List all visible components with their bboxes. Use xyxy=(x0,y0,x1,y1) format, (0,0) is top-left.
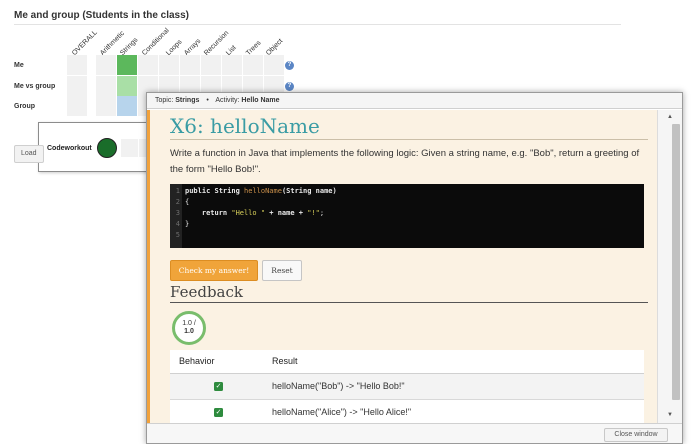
code-line: 2{ xyxy=(170,197,644,208)
grid-cell-strings-me[interactable] xyxy=(117,55,137,75)
code-text: } xyxy=(185,220,190,228)
code-keyword: public String xyxy=(185,187,245,195)
code-text: { xyxy=(185,198,190,206)
grid-cell[interactable] xyxy=(96,55,116,75)
chevron-down-icon[interactable]: ▼ xyxy=(667,412,673,418)
header-result: Result xyxy=(272,356,298,366)
code-editor[interactable]: 1 public String helloName(String name) 2{… xyxy=(170,184,644,248)
code-line: 4} xyxy=(170,219,644,230)
exercise-prompt: Write a function in Java that implements… xyxy=(170,148,640,175)
table-row: ✓ helloName("Alice") -> "Hello Alice!" xyxy=(170,400,644,423)
grid-cell[interactable] xyxy=(67,76,87,96)
result-text: helloName("Bob") -> "Hello Bob!" xyxy=(272,381,405,391)
topic-value: Strings xyxy=(175,97,200,104)
line-number: 3 xyxy=(175,209,180,217)
grid-cell[interactable] xyxy=(96,76,116,96)
score-ring: 1.0 / 1.0 xyxy=(172,311,206,345)
code-line: 1 public String helloName(String name) xyxy=(170,186,644,197)
code-line: 3 return "Hello " + name + "!"; xyxy=(170,208,644,219)
grid-cell[interactable] xyxy=(264,55,284,75)
check-icon: ✓ xyxy=(214,408,223,417)
line-number: 5 xyxy=(175,231,180,239)
scroll-thumb[interactable] xyxy=(672,124,680,400)
grid-cell[interactable] xyxy=(138,55,158,75)
activity-value: Hello Name xyxy=(241,97,280,104)
code-text: ; xyxy=(319,209,325,217)
code-string: "!" xyxy=(307,209,320,217)
grid-cell[interactable] xyxy=(180,55,200,75)
result-text: helloName("Alice") -> "Hello Alice!" xyxy=(272,407,412,417)
grid-cell[interactable] xyxy=(67,96,87,116)
codeworkout-label: Codeworkout xyxy=(47,145,92,152)
exercise-title-divider xyxy=(170,139,648,140)
exercise-title: X6: helloName xyxy=(170,114,320,138)
grid-cell[interactable] xyxy=(96,96,116,116)
row-label-group: Group xyxy=(14,103,35,110)
page-heading: Me and group (Students in the class) xyxy=(14,10,190,21)
code-line: 5 xyxy=(170,230,644,241)
modal-scrollbar[interactable]: ▲ ▼ xyxy=(657,110,682,423)
row-label-me: Me xyxy=(14,62,24,69)
header-behavior: Behavior xyxy=(179,356,215,366)
help-icon[interactable]: ? xyxy=(285,82,294,91)
activity-modal: Topic: Strings • Activity: Hello Name X6… xyxy=(146,92,683,444)
score-value: 1.0 / xyxy=(182,320,196,327)
check-icon: ✓ xyxy=(214,382,223,391)
score-max: 1.0 xyxy=(184,328,194,335)
results-table-header: Behavior Result xyxy=(170,350,644,374)
modal-footer: Close window xyxy=(147,423,682,443)
table-row: ✓ helloName("Bob") -> "Hello Bob!" xyxy=(170,374,644,400)
codeworkout-cell[interactable] xyxy=(121,139,138,157)
chevron-up-icon[interactable]: ▲ xyxy=(667,114,673,120)
column-label-overall: OVERALL xyxy=(71,29,99,57)
codeworkout-popup: Codeworkout xyxy=(38,122,156,172)
reset-button[interactable]: Reset xyxy=(262,260,302,281)
column-label-strings: Strings xyxy=(119,36,140,57)
line-number: 1 xyxy=(175,187,180,195)
grid-cell[interactable] xyxy=(243,55,263,75)
help-icon[interactable]: ? xyxy=(285,61,294,70)
code-function-name: helloName xyxy=(244,187,282,195)
grid-cell-strings-group[interactable] xyxy=(117,96,137,116)
topic-label: Topic: xyxy=(155,97,174,104)
feedback-divider xyxy=(170,302,648,303)
activity-label: Activity: xyxy=(215,97,240,104)
grid-cell[interactable] xyxy=(201,55,221,75)
grid-cell-strings-me-vs-group[interactable] xyxy=(117,76,137,96)
feedback-heading: Feedback xyxy=(170,283,243,301)
code-params: (String name) xyxy=(281,187,337,195)
row-label-me-vs-group: Me vs group xyxy=(14,83,56,90)
close-window-button[interactable]: Close window xyxy=(604,428,668,442)
page-heading-divider xyxy=(14,24,621,25)
line-number: 2 xyxy=(175,198,180,206)
grid-cell[interactable] xyxy=(67,55,87,75)
codeworkout-progress-circle[interactable] xyxy=(97,138,117,158)
grid-cell[interactable] xyxy=(222,55,242,75)
grid-cell[interactable] xyxy=(159,55,179,75)
code-string: "Hello " xyxy=(231,209,266,217)
check-answer-button[interactable]: Check my answer! xyxy=(170,260,258,281)
modal-titlebar: Topic: Strings • Activity: Hello Name xyxy=(147,93,682,109)
code-text: + name + xyxy=(265,209,308,217)
line-number: 4 xyxy=(175,220,180,228)
load-button[interactable]: Load xyxy=(14,145,44,163)
exercise-content: X6: helloName Write a function in Java t… xyxy=(147,110,657,423)
titlebar-separator: • xyxy=(206,97,209,104)
code-keyword: return xyxy=(185,209,232,217)
